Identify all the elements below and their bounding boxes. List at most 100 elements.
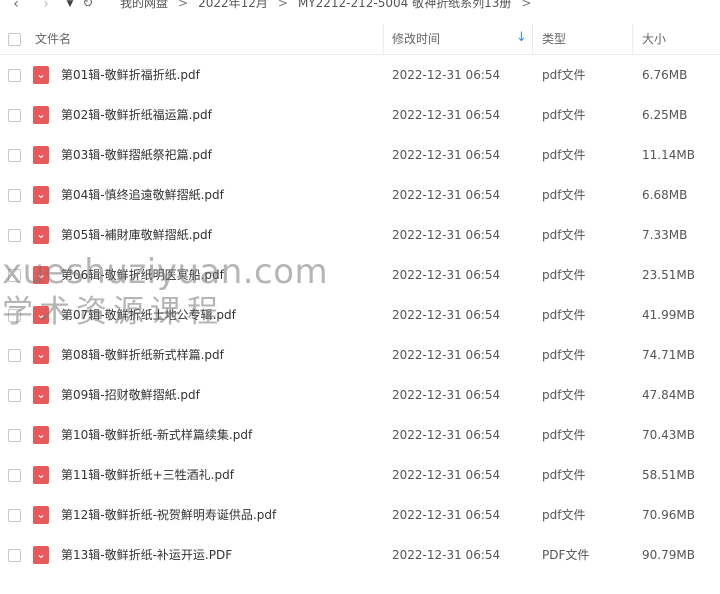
column-header-type[interactable]: 类型 — [542, 32, 566, 46]
file-size: 6.76MB — [642, 68, 688, 82]
file-size: 90.79MB — [642, 548, 695, 562]
file-row[interactable]: ⌄ 第07辑-敬鲜折纸土地公专辑.pdf 2022-12-31 06:54 pdf文件… — [0, 295, 720, 335]
file-type: pdf文件 — [542, 468, 586, 482]
column-header-size[interactable]: 大小 — [642, 32, 666, 46]
column-divider[interactable] — [532, 24, 533, 54]
column-divider[interactable] — [383, 24, 384, 54]
file-row[interactable]: ⌄ 第03辑-敬鲜摺紙祭祀篇.pdf 2022-12-31 06:54 pdf文件 11… — [0, 135, 720, 175]
file-name[interactable]: 第11辑-敬鲜折纸+三牲酒礼.pdf — [61, 468, 234, 482]
back-arrow-icon[interactable]: ‹ — [8, 0, 24, 13]
select-all-checkbox[interactable] — [8, 33, 21, 46]
file-row[interactable]: ⌄ 第02辑-敬鲜折纸福运篇.pdf 2022-12-31 06:54 pdf文件 6.… — [0, 95, 720, 135]
file-name[interactable]: 第01辑-敬鲜折福折纸.pdf — [61, 68, 200, 82]
row-checkbox[interactable] — [8, 149, 21, 162]
file-modified-time: 2022-12-31 06:54 — [392, 388, 501, 402]
row-checkbox[interactable] — [8, 69, 21, 82]
file-modified-time: 2022-12-31 06:54 — [392, 348, 501, 362]
file-modified-time: 2022-12-31 06:54 — [392, 508, 501, 522]
row-checkbox[interactable] — [8, 109, 21, 122]
file-row[interactable]: ⌄ 第12辑-敬鲜折纸-祝贺鮮明寿诞供品.pdf 2022-12-31 06:54 p… — [0, 495, 720, 535]
file-row[interactable]: ⌄ 第11辑-敬鲜折纸+三牲酒礼.pdf 2022-12-31 06:54 pdf文件… — [0, 455, 720, 495]
file-row[interactable]: ⌄ 第09辑-招财敬鮮摺紙.pdf 2022-12-31 06:54 pdf文件 47.… — [0, 375, 720, 415]
toolbar: ‹ › ▼ ↻ 我的网盘 > 2022年12月 > MY2212-212-500… — [0, 0, 720, 14]
breadcrumb: 我的网盘 > 2022年12月 > MY2212-212-5004 敬神折纸系列… — [120, 0, 531, 11]
file-type: pdf文件 — [542, 148, 586, 162]
pdf-file-icon: ⌄ — [33, 306, 49, 324]
file-name[interactable]: 第10辑-敬鲜折纸-新式样篇续集.pdf — [61, 428, 252, 442]
file-size: 6.25MB — [642, 108, 688, 122]
pdf-file-icon: ⌄ — [33, 506, 49, 524]
file-row[interactable]: ⌄ 第13辑-敬鲜折纸-补运开运.PDF 2022-12-31 06:54 PDF文件… — [0, 535, 720, 575]
file-row[interactable]: ⌄ 第04辑-慎终追遠敬鮮摺紙.pdf 2022-12-31 06:54 pdf文件 6… — [0, 175, 720, 215]
file-size: 7.33MB — [642, 228, 688, 242]
pdf-file-icon: ⌄ — [33, 546, 49, 564]
file-size: 6.68MB — [642, 188, 688, 202]
history-dropdown-icon[interactable]: ▼ — [62, 0, 78, 13]
row-checkbox[interactable] — [8, 229, 21, 242]
breadcrumb-item-month[interactable]: 2022年12月 — [198, 0, 268, 11]
file-name[interactable]: 第12辑-敬鲜折纸-祝贺鮮明寿诞供品.pdf — [61, 508, 276, 522]
file-type: pdf文件 — [542, 228, 586, 242]
file-type: pdf文件 — [542, 108, 586, 122]
row-checkbox[interactable] — [8, 269, 21, 282]
column-header-modified[interactable]: 修改时间 — [392, 32, 440, 46]
column-divider[interactable] — [632, 24, 633, 54]
file-row[interactable]: ⌄ 第05辑-補財庫敬鮮摺紙.pdf 2022-12-31 06:54 pdf文件 7.… — [0, 215, 720, 255]
file-type: pdf文件 — [542, 508, 586, 522]
file-modified-time: 2022-12-31 06:54 — [392, 468, 501, 482]
file-modified-time: 2022-12-31 06:54 — [392, 188, 501, 202]
file-size: 47.84MB — [642, 388, 695, 402]
breadcrumb-item-folder[interactable]: MY2212-212-5004 敬神折纸系列13册 — [298, 0, 511, 11]
pdf-file-icon: ⌄ — [33, 66, 49, 84]
file-row[interactable]: ⌄ 第06辑-敬鲜折纸明医冥船.pdf 2022-12-31 06:54 pdf文件 2… — [0, 255, 720, 295]
row-checkbox[interactable] — [8, 309, 21, 322]
file-type: pdf文件 — [542, 428, 586, 442]
file-size: 70.96MB — [642, 508, 695, 522]
file-name[interactable]: 第04辑-慎终追遠敬鮮摺紙.pdf — [61, 188, 224, 202]
file-type: pdf文件 — [542, 348, 586, 362]
file-modified-time: 2022-12-31 06:54 — [392, 268, 501, 282]
pdf-file-icon: ⌄ — [33, 466, 49, 484]
file-name[interactable]: 第09辑-招财敬鮮摺紙.pdf — [61, 388, 200, 402]
column-header-name[interactable]: 文件名 — [35, 32, 71, 46]
file-name[interactable]: 第06辑-敬鲜折纸明医冥船.pdf — [61, 268, 224, 282]
breadcrumb-separator-icon: > — [178, 0, 189, 10]
file-type: pdf文件 — [542, 308, 586, 322]
file-name[interactable]: 第07辑-敬鲜折纸土地公专辑.pdf — [61, 308, 236, 322]
file-modified-time: 2022-12-31 06:54 — [392, 428, 501, 442]
pdf-file-icon: ⌄ — [33, 346, 49, 364]
file-type: pdf文件 — [542, 188, 586, 202]
file-modified-time: 2022-12-31 06:54 — [392, 68, 501, 82]
file-modified-time: 2022-12-31 06:54 — [392, 308, 501, 322]
sort-descending-icon[interactable]: ↓ — [516, 30, 527, 45]
breadcrumb-item-root[interactable]: 我的网盘 — [120, 0, 168, 11]
file-size: 11.14MB — [642, 148, 695, 162]
file-modified-time: 2022-12-31 06:54 — [392, 548, 501, 562]
file-name[interactable]: 第02辑-敬鲜折纸福运篇.pdf — [61, 108, 212, 122]
row-checkbox[interactable] — [8, 469, 21, 482]
row-checkbox[interactable] — [8, 509, 21, 522]
row-checkbox[interactable] — [8, 189, 21, 202]
file-name[interactable]: 第13辑-敬鲜折纸-补运开运.PDF — [61, 548, 232, 562]
file-list-header: 文件名 修改时间 ↓ 类型 大小 — [0, 24, 720, 55]
file-type: pdf文件 — [542, 268, 586, 282]
file-name[interactable]: 第08辑-敬鲜折纸新式样篇.pdf — [61, 348, 224, 362]
pdf-file-icon: ⌄ — [33, 266, 49, 284]
row-checkbox[interactable] — [8, 549, 21, 562]
row-checkbox[interactable] — [8, 389, 21, 402]
file-list: ⌄ 第01辑-敬鲜折福折纸.pdf 2022-12-31 06:54 pdf文件 6.7… — [0, 55, 720, 575]
file-size: 74.71MB — [642, 348, 695, 362]
file-type: pdf文件 — [542, 388, 586, 402]
file-type: pdf文件 — [542, 68, 586, 82]
forward-arrow-icon[interactable]: › — [38, 0, 54, 13]
pdf-file-icon: ⌄ — [33, 226, 49, 244]
file-row[interactable]: ⌄ 第01辑-敬鲜折福折纸.pdf 2022-12-31 06:54 pdf文件 6.7… — [0, 55, 720, 95]
file-row[interactable]: ⌄ 第08辑-敬鲜折纸新式样篇.pdf 2022-12-31 06:54 pdf文件 7… — [0, 335, 720, 375]
row-checkbox[interactable] — [8, 429, 21, 442]
file-name[interactable]: 第03辑-敬鲜摺紙祭祀篇.pdf — [61, 148, 212, 162]
refresh-icon[interactable]: ↻ — [80, 0, 96, 13]
breadcrumb-separator-icon: > — [521, 0, 532, 10]
file-name[interactable]: 第05辑-補財庫敬鮮摺紙.pdf — [61, 228, 212, 242]
file-row[interactable]: ⌄ 第10辑-敬鲜折纸-新式样篇续集.pdf 2022-12-31 06:54 pdf… — [0, 415, 720, 455]
row-checkbox[interactable] — [8, 349, 21, 362]
